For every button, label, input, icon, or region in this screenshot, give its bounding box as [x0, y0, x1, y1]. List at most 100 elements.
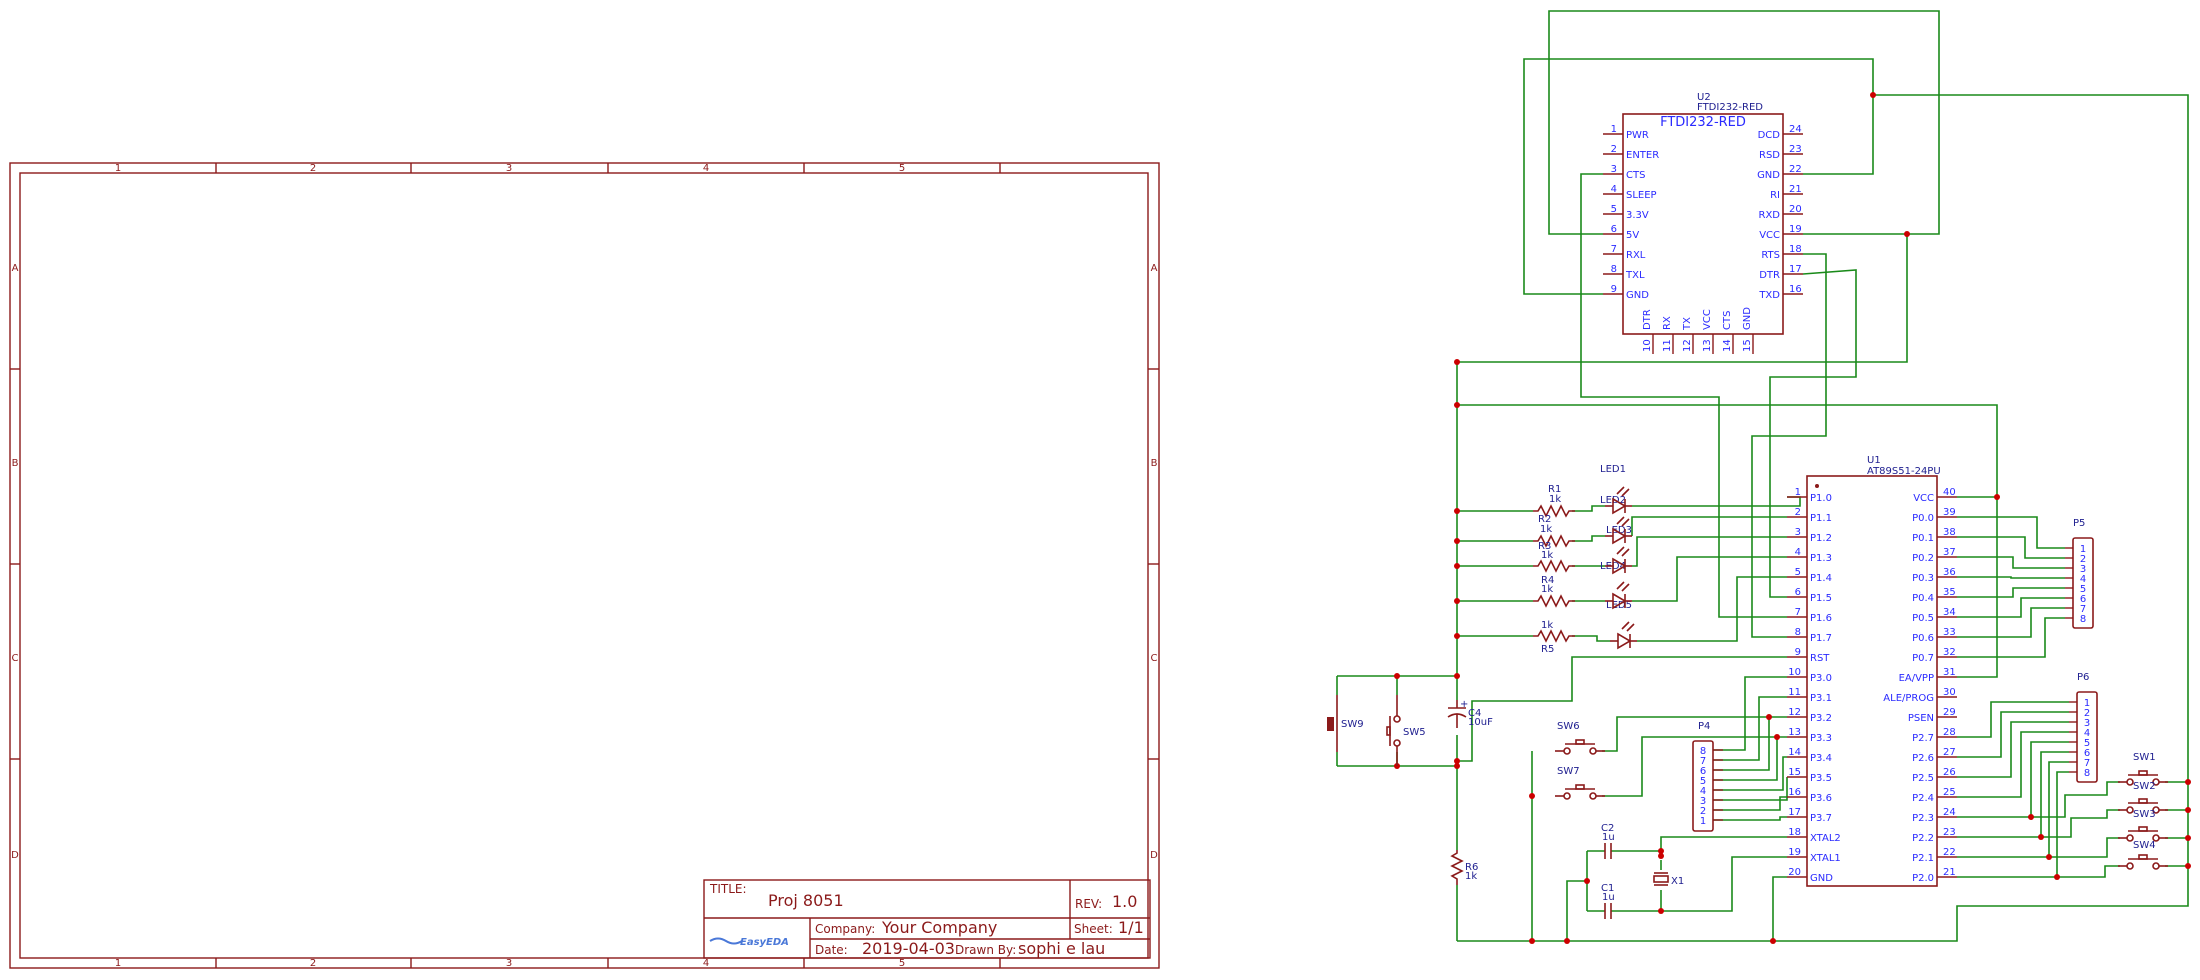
pin-number: 30 [1943, 687, 1956, 698]
pin-name: P1.1 [1810, 513, 1832, 524]
header-p6[interactable]: P6 12345678 [2069, 672, 2098, 783]
pin-name: P1.3 [1810, 553, 1832, 564]
pin-name: P3.4 [1810, 753, 1832, 764]
junction-dot [1454, 673, 1460, 679]
pin-number: 23 [1789, 144, 1802, 155]
pin-name: GND [1626, 290, 1649, 301]
pin-name: SLEEP [1626, 190, 1657, 201]
column-label: 4 [703, 958, 709, 969]
junction-dot [2038, 834, 2044, 840]
pin-name: P1.4 [1810, 573, 1832, 584]
switch-sw9[interactable]: SW9 [1327, 695, 1364, 752]
capacitor-c1[interactable]: C11u [1601, 883, 1615, 919]
u1-at89s51[interactable]: U1 AT89S51-24PU 1 P1.0 2 P1.1 3 P1.2 4 P1.3 5 P1.… [1787, 455, 1957, 887]
svg-text:10uF: 10uF [1468, 717, 1493, 728]
pin-number: 22 [1789, 164, 1802, 175]
sheet-value: 1/1 [1118, 918, 1144, 937]
pin-number: 31 [1943, 667, 1956, 678]
rev-label: REV: [1075, 897, 1102, 911]
pin-name: CTS [1722, 311, 1733, 330]
pin-number: 35 [1943, 587, 1956, 598]
row-label: B [12, 458, 19, 469]
resistor-r6[interactable]: R61k [1450, 850, 1478, 885]
pin-name: P2.5 [1912, 773, 1934, 784]
pin-number: 19 [1789, 224, 1802, 235]
header-p5[interactable]: P5 12345678 [2065, 518, 2094, 629]
company-label: Company: [815, 922, 875, 936]
pin-name: EA/VPP [1899, 673, 1934, 684]
wire-ea-vpp [1957, 497, 1998, 678]
pin-number: 2 [1795, 507, 1801, 518]
pin-name: P2.0 [1912, 873, 1934, 884]
pin-name: RX [1662, 316, 1673, 330]
led3-ref: LED3 [1606, 525, 1632, 536]
junction-dot [2185, 779, 2191, 785]
junction-dot [1454, 402, 1460, 408]
switch-sw5[interactable]: SW5 [1386, 695, 1426, 766]
schematic-canvas[interactable]: 1122334455A AB BC CD D TITLE: Proj 8051 REV:… [0, 0, 2200, 980]
pin-name: P1.6 [1810, 613, 1832, 624]
light-arrows-icon [1621, 621, 1635, 632]
pin-name: RXD [1759, 210, 1781, 221]
pin-name: 3.3V [1626, 210, 1649, 221]
junction-dot [1774, 734, 1780, 740]
svg-text:1u: 1u [1602, 892, 1615, 903]
pin-name: GND [1757, 170, 1780, 181]
wire-cts [1580, 173, 1787, 618]
pin-number: 2 [1611, 144, 1617, 155]
switch-sw6[interactable] [1555, 739, 1605, 755]
crystal-x1[interactable]: X1 [1653, 872, 1684, 887]
date-label: Date: [815, 943, 848, 957]
pin-name: TXD [1758, 290, 1780, 301]
pin-name: RI [1770, 190, 1780, 201]
pin-number: 32 [1943, 647, 1956, 658]
resistor-r4[interactable]: R41k [1533, 575, 1575, 608]
svg-text:P6: P6 [2077, 672, 2089, 683]
pin-number: 5 [1795, 567, 1801, 578]
pin-name: PWR [1626, 130, 1649, 141]
u2-ftdi232[interactable]: U2 FTDI232-RED FTDI232-RED 1PWR2ENTER3CT… [1603, 92, 1803, 354]
switch-sw7[interactable] [1555, 784, 1605, 800]
pin-number: 25 [1943, 787, 1956, 798]
switch-sw4[interactable] [2118, 854, 2168, 870]
capacitor-c4[interactable]: + C4 10uF [1447, 699, 1493, 728]
pin-number: 10 [1788, 667, 1801, 678]
junction-dot [1454, 598, 1460, 604]
resistor-r1[interactable]: R11k [1533, 484, 1575, 518]
column-label: 5 [899, 163, 905, 174]
pin-number: 18 [1789, 244, 1802, 255]
svg-text:SW7: SW7 [1557, 766, 1580, 777]
junction-dot [2185, 863, 2191, 869]
pin-number: 26 [1943, 767, 1956, 778]
pin-name: P3.0 [1810, 673, 1832, 684]
capacitor-c2[interactable]: C21u [1601, 823, 1615, 859]
row-label: C [12, 653, 19, 664]
pin-name: P3.6 [1810, 793, 1832, 804]
light-arrows-icon [1616, 581, 1630, 592]
junction-dot [2046, 854, 2052, 860]
pin-number: 21 [1789, 184, 1802, 195]
pin-number: 24 [1943, 807, 1956, 818]
pin-name: P1.5 [1810, 593, 1832, 604]
pin-name: P2.6 [1912, 753, 1934, 764]
svg-text:EasyEDA: EasyEDA [740, 937, 789, 948]
switch-sw3[interactable] [2118, 826, 2168, 842]
led-5[interactable] [1610, 621, 1637, 650]
date-value: 2019-04-03 [862, 939, 955, 958]
leds: LED1 LED2 LED3 LED4 LED5 [1600, 464, 1637, 650]
resistor-r3[interactable]: R31k [1533, 541, 1575, 573]
pin-name: ENTER [1626, 150, 1659, 161]
column-label: 1 [115, 163, 121, 174]
resistor-r5[interactable]: 1k R5 [1533, 620, 1575, 655]
junction-dot [1584, 878, 1590, 884]
wire-rst [1457, 656, 1787, 762]
pin-name: CTS [1626, 170, 1645, 181]
pin-number: 13 [1788, 727, 1801, 738]
pin-number: 13 [1702, 339, 1713, 352]
drawn-by-value: sophi e lau [1018, 939, 1105, 958]
pin-number: 19 [1788, 847, 1801, 858]
u1-part: AT89S51-24PU [1867, 466, 1941, 477]
pin-name: XTAL1 [1810, 853, 1841, 864]
column-label: 2 [310, 163, 316, 174]
pin-name: DTR [1642, 309, 1653, 330]
